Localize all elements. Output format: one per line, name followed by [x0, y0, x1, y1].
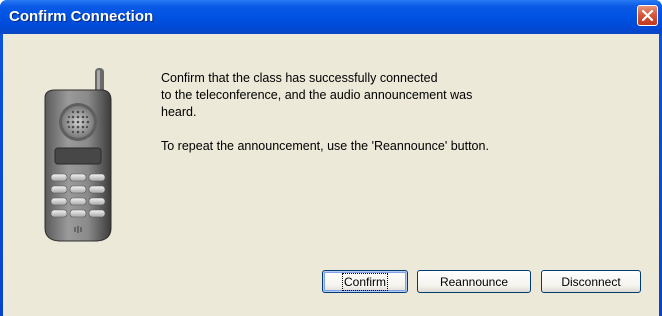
window-title: Confirm Connection [9, 8, 154, 25]
title-bar[interactable]: Confirm Connection [0, 0, 662, 34]
message-line-3: heard. [161, 105, 197, 119]
close-icon [642, 10, 653, 21]
dialog-content: Confirm that the class has successfully … [3, 34, 659, 316]
confirm-button-label: Confirm [341, 272, 389, 291]
reannounce-button[interactable]: Reannounce [417, 270, 531, 293]
message-line-1: Confirm that the class has successfully … [161, 71, 438, 85]
disconnect-button[interactable]: Disconnect [541, 270, 641, 293]
message-line-4: To repeat the announcement, use the 'Rea… [161, 139, 489, 153]
disconnect-button-label: Disconnect [561, 274, 621, 289]
message-line-2: to the teleconference, and the audio ann… [161, 88, 473, 102]
phone-icon [44, 68, 112, 242]
confirm-button[interactable]: Confirm [322, 270, 408, 293]
message-text: Confirm that the class has successfully … [161, 70, 489, 155]
close-button[interactable] [637, 5, 658, 26]
reannounce-button-label: Reannounce [439, 274, 509, 289]
dialog-window: Confirm Connection Confirm that the clas… [0, 0, 662, 316]
